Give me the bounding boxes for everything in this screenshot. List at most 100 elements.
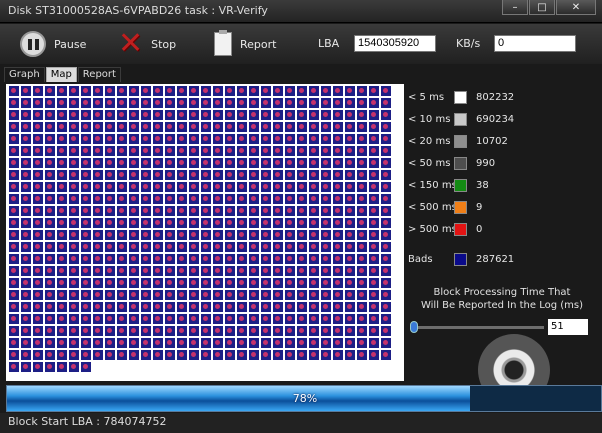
map-block (141, 254, 151, 264)
map-block (261, 314, 271, 324)
map-block (297, 266, 307, 276)
map-block (153, 206, 163, 216)
map-block (285, 242, 295, 252)
map-block (345, 350, 355, 360)
map-block (273, 266, 283, 276)
map-block (177, 206, 187, 216)
map-block (201, 350, 211, 360)
map-block (129, 278, 139, 288)
map-block (333, 182, 343, 192)
map-block (381, 146, 391, 156)
map-block (57, 86, 67, 96)
map-block (297, 146, 307, 156)
map-block (225, 254, 235, 264)
map-block (21, 98, 31, 108)
map-block (213, 218, 223, 228)
map-block (9, 158, 19, 168)
map-block (117, 350, 127, 360)
map-block (153, 98, 163, 108)
map-block (45, 182, 55, 192)
map-block (117, 134, 127, 144)
map-block (141, 134, 151, 144)
map-block (345, 314, 355, 324)
close-button[interactable]: ✕ (556, 0, 596, 15)
maximize-button[interactable]: □ (529, 0, 555, 15)
kbs-field[interactable]: 0 (494, 35, 576, 52)
map-block (57, 242, 67, 252)
map-block (81, 158, 91, 168)
map-block (273, 146, 283, 156)
block-time-slider-track[interactable] (412, 326, 544, 329)
map-block (9, 134, 19, 144)
map-block (321, 242, 331, 252)
map-block (117, 302, 127, 312)
tab-map[interactable]: Map (45, 67, 77, 82)
map-block (141, 278, 151, 288)
map-block (189, 134, 199, 144)
block-time-value-field[interactable]: 51 (548, 319, 588, 335)
map-block (213, 158, 223, 168)
map-block (249, 290, 259, 300)
map-block (273, 230, 283, 240)
map-block (105, 230, 115, 240)
legend-count: 990 (476, 158, 496, 169)
tab-graph[interactable]: Graph (4, 67, 45, 82)
map-block (117, 146, 127, 156)
map-block (165, 314, 175, 324)
map-block (129, 206, 139, 216)
map-block (297, 170, 307, 180)
map-block (141, 122, 151, 132)
map-block (177, 158, 187, 168)
map-block (321, 290, 331, 300)
pause-button[interactable]: Pause (20, 28, 86, 60)
minimize-button[interactable]: – (502, 0, 528, 15)
pause-label: Pause (54, 37, 87, 51)
map-block (321, 170, 331, 180)
lba-field[interactable]: 1540305920 (354, 35, 436, 52)
map-block (297, 338, 307, 348)
map-block (345, 134, 355, 144)
map-block (189, 314, 199, 324)
map-block (297, 218, 307, 228)
map-block (237, 110, 247, 120)
block-time-slider-handle[interactable] (410, 321, 418, 333)
map-block (237, 302, 247, 312)
stop-button[interactable]: ✕ Stop (118, 28, 176, 60)
map-block (129, 98, 139, 108)
map-block (57, 146, 67, 156)
map-block (129, 266, 139, 276)
map-block (297, 230, 307, 240)
map-block (345, 146, 355, 156)
map-block (117, 230, 127, 240)
map-block (45, 278, 55, 288)
map-block (225, 194, 235, 204)
map-block (189, 170, 199, 180)
tab-report[interactable]: Report (77, 67, 121, 82)
map-block (237, 182, 247, 192)
map-block (369, 110, 379, 120)
map-block (321, 182, 331, 192)
map-block (249, 170, 259, 180)
map-block (201, 146, 211, 156)
legend-label: Bads (408, 254, 433, 265)
map-block (177, 254, 187, 264)
map-block (285, 302, 295, 312)
map-block (345, 338, 355, 348)
map-block (273, 254, 283, 264)
map-block (249, 86, 259, 96)
map-block (93, 122, 103, 132)
map-block (201, 254, 211, 264)
map-block (357, 314, 367, 324)
map-block (117, 218, 127, 228)
map-block (225, 302, 235, 312)
report-button[interactable]: Report (214, 28, 276, 60)
map-block (189, 86, 199, 96)
map-block (213, 314, 223, 324)
map-block (201, 266, 211, 276)
map-block (249, 302, 259, 312)
map-block (345, 254, 355, 264)
map-block (201, 122, 211, 132)
kbs-label: KB/s (456, 37, 481, 50)
map-block (21, 230, 31, 240)
map-block (93, 242, 103, 252)
